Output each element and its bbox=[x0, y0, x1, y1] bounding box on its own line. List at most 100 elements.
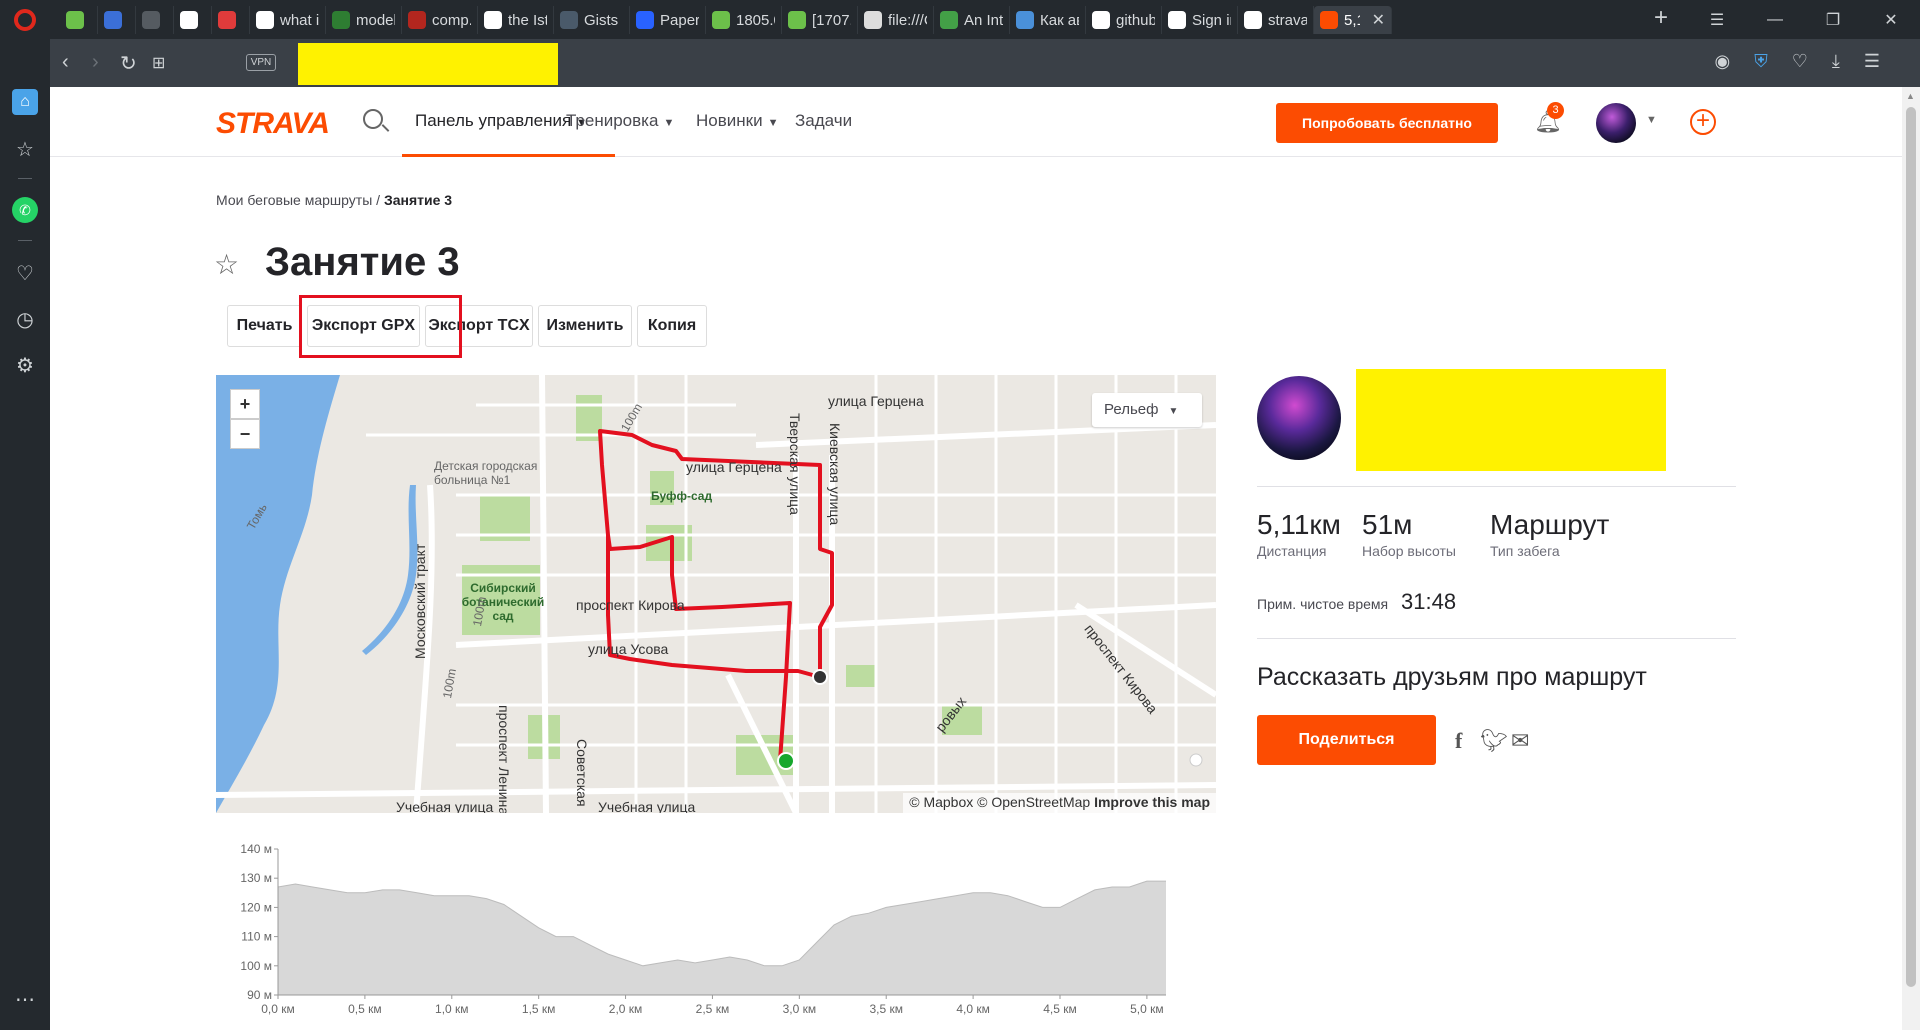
try-free-button[interactable]: Попробовать бесплатно bbox=[1276, 103, 1498, 143]
browser-tab[interactable] bbox=[212, 6, 250, 34]
browser-tab[interactable]: Gists of bbox=[554, 6, 630, 34]
edit-button[interactable]: Изменить bbox=[538, 305, 632, 347]
zoom-in-button[interactable]: + bbox=[230, 389, 260, 419]
breadcrumb-parent-link[interactable]: Мои беговые маршруты bbox=[216, 192, 372, 208]
map-label: улица Герцена bbox=[686, 459, 782, 475]
download-icon[interactable]: ⤓ bbox=[1832, 51, 1840, 72]
browser-tab[interactable]: comp.a bbox=[402, 6, 478, 34]
camera-icon[interactable]: ◉ bbox=[1715, 51, 1731, 72]
browser-tab[interactable]: An Intr bbox=[934, 6, 1010, 34]
x-tick-label: 3,5 км bbox=[869, 1002, 903, 1016]
scrollbar-thumb[interactable] bbox=[1906, 107, 1916, 987]
speed-dial-grid-icon[interactable]: ⊞ bbox=[152, 53, 165, 73]
forward-icon[interactable]: › bbox=[92, 51, 99, 74]
vpn-badge[interactable]: VPN bbox=[246, 54, 276, 71]
browser-tab[interactable]: 1805.0 bbox=[706, 6, 782, 34]
page-scrollbar[interactable]: ▲ bbox=[1902, 87, 1920, 1030]
opera-logo-icon[interactable] bbox=[14, 9, 36, 31]
browser-tab-label: An Intr bbox=[964, 11, 1003, 29]
restore-button[interactable]: ❐ bbox=[1804, 0, 1862, 39]
elevation-area bbox=[278, 881, 1166, 995]
nav-explore[interactable]: Новинки ▼ bbox=[696, 111, 778, 131]
twitter-icon[interactable]: 🐦︎ bbox=[1480, 728, 1508, 754]
elevation-chart[interactable]: 140 м 130 м 120 м 110 м 100 м 90 м0,0 км 0,5 к… bbox=[216, 837, 1216, 1030]
browser-tab[interactable] bbox=[98, 6, 136, 34]
author-name-redacted[interactable] bbox=[1356, 369, 1666, 471]
nav-explore-label: Новинки bbox=[696, 111, 763, 130]
search-icon[interactable] bbox=[363, 109, 383, 129]
nav-training[interactable]: Тренировка ▼ bbox=[566, 111, 674, 131]
browser-tab[interactable]: strava bbox=[1238, 6, 1314, 34]
home-icon[interactable]: ⌂ bbox=[12, 89, 38, 115]
back-icon[interactable]: ‹ bbox=[62, 51, 69, 74]
browser-tab[interactable]: the Iste bbox=[478, 6, 554, 34]
map-attribution: © Mapbox © OpenStreetMap Improve this ma… bbox=[903, 793, 1216, 813]
route-finish-marker bbox=[812, 669, 828, 685]
more-dots-icon[interactable]: ⋯ bbox=[12, 986, 38, 1012]
browser-tab[interactable]: Papers bbox=[630, 6, 706, 34]
sidebar-divider bbox=[18, 178, 32, 179]
strava-page: STRAVA Панель управления ▼ Тренировка ▼ Но… bbox=[50, 87, 1902, 1030]
user-avatar[interactable] bbox=[1596, 103, 1636, 143]
browser-tab[interactable]: Как ав bbox=[1010, 6, 1086, 34]
history-clock-icon[interactable]: ◷ bbox=[12, 306, 38, 332]
map-label: улица Усова bbox=[588, 641, 669, 657]
whatsapp-icon[interactable]: ✆ bbox=[12, 197, 38, 223]
nav-dashboard[interactable]: Панель управления ▼ bbox=[415, 111, 587, 131]
settings-gear-icon[interactable]: ⚙ bbox=[12, 352, 38, 378]
strava-logo[interactable]: STRAVA bbox=[216, 107, 330, 141]
menu-icon[interactable]: ☰ bbox=[1864, 51, 1880, 72]
browser-tab-label: [1707.0 bbox=[812, 11, 851, 29]
scroll-up-arrow-icon[interactable]: ▲ bbox=[1906, 91, 1915, 101]
upload-plus-icon[interactable]: + bbox=[1690, 109, 1716, 135]
browser-tab[interactable]: what is bbox=[250, 6, 326, 34]
chevron-down-icon: ▼ bbox=[663, 117, 675, 129]
reload-icon[interactable]: ↻ bbox=[120, 51, 137, 76]
improve-map-link[interactable]: Improve this map bbox=[1094, 794, 1210, 810]
browser-tab[interactable] bbox=[174, 6, 212, 34]
breadcrumb: Мои беговые маршруты / Занятие 3 bbox=[216, 192, 452, 208]
heart-icon[interactable]: ♡ bbox=[12, 260, 38, 286]
browser-tab-label: Как ав bbox=[1040, 11, 1079, 29]
author-avatar[interactable] bbox=[1257, 376, 1341, 460]
browser-tab[interactable]: Sign in bbox=[1162, 6, 1238, 34]
email-icon[interactable]: ✉ bbox=[1511, 728, 1529, 754]
browser-tab[interactable] bbox=[60, 6, 98, 34]
nav-training-label: Тренировка bbox=[566, 111, 659, 130]
url-field-redacted[interactable] bbox=[298, 43, 558, 85]
new-tab-button[interactable]: + bbox=[1654, 4, 1668, 32]
close-tab-icon[interactable]: ✕ bbox=[1372, 10, 1385, 30]
map-style-select[interactable]: Рельеф ▼ bbox=[1092, 393, 1202, 427]
google-favicon-icon bbox=[1092, 11, 1110, 29]
map-label: улица Герцена bbox=[828, 393, 924, 409]
tab-menu-icon[interactable]: ☰ bbox=[1688, 0, 1746, 39]
cs-favicon-icon bbox=[940, 11, 958, 29]
chevron-down-icon[interactable]: ▼ bbox=[1646, 114, 1657, 126]
chevron-down-icon: ▼ bbox=[767, 117, 779, 129]
grid-favicon-icon bbox=[218, 11, 236, 29]
bookmark-heart-icon[interactable]: ♡ bbox=[1792, 51, 1808, 72]
browser-tab[interactable]: [1707.0 bbox=[782, 6, 858, 34]
close-window-button[interactable]: ✕ bbox=[1862, 0, 1920, 39]
y-tick-label: 140 м bbox=[240, 842, 272, 856]
route-map[interactable]: + − Рельеф ▼ улица Герцена улица Герцена … bbox=[216, 375, 1216, 813]
browser-tab[interactable]: 5,1 ✕ bbox=[1314, 6, 1392, 34]
bookmarks-star-icon[interactable]: ☆ bbox=[12, 136, 38, 162]
stat-elevation-value: 51м bbox=[1362, 509, 1413, 540]
favorite-star-icon[interactable]: ☆ bbox=[214, 248, 239, 281]
print-button[interactable]: Печать bbox=[227, 305, 302, 347]
adblock-shield-icon[interactable]: ⛨ bbox=[1754, 51, 1768, 72]
x-tick-label: 1,5 км bbox=[522, 1002, 556, 1016]
facebook-icon[interactable]: f bbox=[1455, 728, 1462, 754]
browser-tab[interactable]: github bbox=[1086, 6, 1162, 34]
share-button[interactable]: Поделиться bbox=[1257, 715, 1436, 765]
browser-tab[interactable]: model bbox=[326, 6, 402, 34]
zoom-out-button[interactable]: − bbox=[230, 419, 260, 449]
map-label: Детская городская больница №1 bbox=[434, 459, 538, 487]
minimize-button[interactable]: — bbox=[1746, 0, 1804, 39]
map-label: Учебная улица bbox=[598, 799, 696, 813]
browser-tab[interactable]: file:///C bbox=[858, 6, 934, 34]
copy-button[interactable]: Копия bbox=[637, 305, 707, 347]
nav-challenges[interactable]: Задачи bbox=[795, 111, 852, 131]
browser-tab[interactable] bbox=[136, 6, 174, 34]
